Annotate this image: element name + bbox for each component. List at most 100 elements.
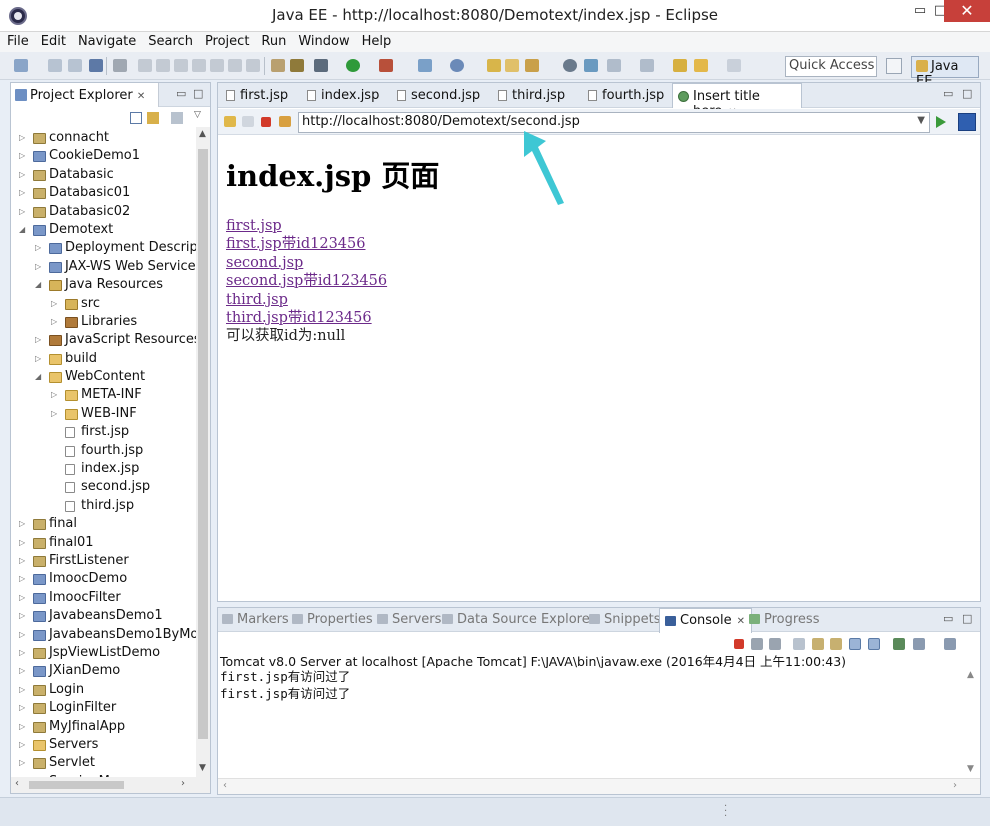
console-output[interactable]: first.jsp有访问过了 first.jsp有访问过了 [220,668,964,778]
pin-icon[interactable] [673,59,687,72]
collapsed-twisty-icon[interactable]: ▷ [19,718,29,736]
collapsed-twisty-icon[interactable]: ▷ [19,589,29,607]
collapsed-twisty-icon[interactable]: ▷ [51,386,61,404]
explorer-vertical-scrollbar[interactable]: ▲ ▼ [196,127,210,777]
collapsed-twisty-icon[interactable]: ▷ [51,405,61,423]
project-explorer-tab[interactable]: Project Explorer ✕ [11,83,159,107]
tab-second-jsp[interactable]: second.jsp [391,83,480,108]
collapsed-twisty-icon[interactable]: ▷ [19,607,29,625]
link-third-jsp-with-id[interactable]: third.jsp带id123456 [226,309,966,327]
pin-console-icon[interactable] [893,638,905,650]
tree-item[interactable]: ▷ JavabeansDemo1ByModel [11,626,210,644]
collapsed-twisty-icon[interactable]: ▷ [19,147,29,165]
forward-icon[interactable] [242,116,254,127]
step-into-icon[interactable] [210,59,224,72]
show-on-stdout-icon[interactable] [849,638,861,650]
tab-third-jsp[interactable]: third.jsp [492,83,565,108]
minimize-view-icon[interactable]: ▭ [943,87,953,100]
terminate-icon[interactable] [174,59,188,72]
filter-icon[interactable] [171,112,183,124]
tree-item[interactable]: ▷ FirstListener [11,552,197,570]
scroll-right-icon[interactable]: › [953,780,957,791]
tab-browser-insert-title[interactable]: Insert title here✕ [672,83,802,119]
url-input[interactable]: http://localhost:8080/Demotext/second.js… [298,112,930,133]
close-icon[interactable]: ✕ [737,616,745,627]
tree-item[interactable]: ◢ Java Resources [11,276,197,294]
java-ee-perspective-button[interactable]: Java EE [911,56,979,89]
back-arrow-icon[interactable] [694,59,708,72]
tree-item[interactable]: second.jsp [11,478,197,496]
tree-item[interactable]: ◢ Demotext [11,221,197,239]
collapsed-twisty-icon[interactable]: ▷ [19,644,29,662]
expanded-twisty-icon[interactable]: ◢ [19,221,29,239]
show-on-stderr-icon[interactable] [868,638,880,650]
collapsed-twisty-icon[interactable]: ▷ [19,515,29,533]
collapsed-twisty-icon[interactable]: ▷ [35,258,45,276]
tab-index-jsp[interactable]: index.jsp [301,83,379,108]
collapsed-twisty-icon[interactable]: ▷ [19,681,29,699]
view-menu-icon[interactable]: ▽ [194,110,201,120]
open-perspective-icon[interactable] [886,58,902,74]
chevron-down-icon[interactable]: ▼ [917,115,925,126]
scroll-thumb[interactable] [29,781,124,789]
collapsed-twisty-icon[interactable]: ▷ [19,552,29,570]
tree-item[interactable]: ▷ ImoocFilter [11,589,197,607]
link-second-jsp-with-id[interactable]: second.jsp带id123456 [226,272,966,290]
tree-item[interactable]: ▷ final [11,515,197,533]
scroll-down-icon[interactable]: ▼ [199,763,206,773]
close-icon[interactable]: ✕ [137,91,145,102]
tree-item[interactable]: ▷ Login [11,681,197,699]
collapsed-twisty-icon[interactable]: ▷ [19,570,29,588]
tab-markers[interactable]: Markers [221,612,289,627]
tab-data-source-explorer[interactable]: Data Source Explorer [441,612,595,627]
maximize-view-icon[interactable]: □ [193,87,203,100]
clear-console-icon[interactable] [793,638,805,650]
open-task-icon[interactable] [271,59,285,72]
collapsed-twisty-icon[interactable]: ▷ [19,534,29,552]
scroll-left-icon[interactable]: ‹ [15,778,19,789]
tree-item[interactable]: ▷ WEB-INF [11,405,197,423]
scroll-lock-icon[interactable] [812,638,824,650]
tree-item[interactable]: ▷ JspViewListDemo [11,644,197,662]
menu-edit[interactable]: Edit [34,32,71,51]
tree-item[interactable]: ▷ Databasic02 [11,203,197,221]
remove-all-icon[interactable] [769,638,781,650]
tab-fourth-jsp[interactable]: fourth.jsp [582,83,664,108]
collapsed-twisty-icon[interactable]: ▷ [19,184,29,202]
word-wrap-icon[interactable] [830,638,842,650]
minimize-view-icon[interactable]: ▭ [176,87,186,100]
tree-item[interactable]: ▷ JXianDemo [11,662,197,680]
collapsed-twisty-icon[interactable]: ▷ [19,203,29,221]
collapsed-twisty-icon[interactable]: ▷ [35,331,45,349]
tree-item[interactable]: ▷ final01 [11,534,197,552]
scroll-up-icon[interactable]: ▲ [967,670,974,680]
web-browser-icon[interactable] [450,59,464,72]
new-server-icon[interactable] [418,59,432,72]
run-icon[interactable] [346,59,360,72]
tree-item[interactable]: ▷ Servlet [11,754,197,772]
skip-breakpoints-icon[interactable] [113,59,127,72]
minimize-view-icon[interactable]: ▭ [943,612,953,625]
menu-search[interactable]: Search [141,32,198,51]
scroll-thumb[interactable] [198,149,208,739]
tree-item[interactable]: ▷ connacht [11,129,197,147]
tree-item[interactable]: ▷ LoginFilter [11,699,197,717]
tree-item[interactable]: ▷ CookieDemo1 [11,147,197,165]
collapsed-twisty-icon[interactable]: ▷ [19,754,29,772]
step-over-icon[interactable] [228,59,242,72]
collapsed-twisty-icon[interactable]: ▷ [35,350,45,368]
tab-first-jsp[interactable]: first.jsp [220,83,288,108]
open-folder-icon[interactable] [505,59,519,72]
suspend-icon[interactable] [156,59,170,72]
link-with-editor-icon[interactable] [147,112,159,124]
refresh-icon[interactable] [279,116,291,127]
tab-console[interactable]: Console ✕ [659,608,752,633]
tree-item[interactable]: ▷ Libraries [11,313,197,331]
tree-item[interactable]: ▷ build [11,350,197,368]
tree-item[interactable]: ▷ Deployment Descriptor [11,239,210,257]
scroll-down-icon[interactable]: ▼ [967,764,974,774]
open-console-icon[interactable] [944,638,956,650]
annotation-icon[interactable] [563,59,577,72]
maximize-view-icon[interactable]: □ [962,612,972,625]
expanded-twisty-icon[interactable]: ◢ [35,368,45,386]
